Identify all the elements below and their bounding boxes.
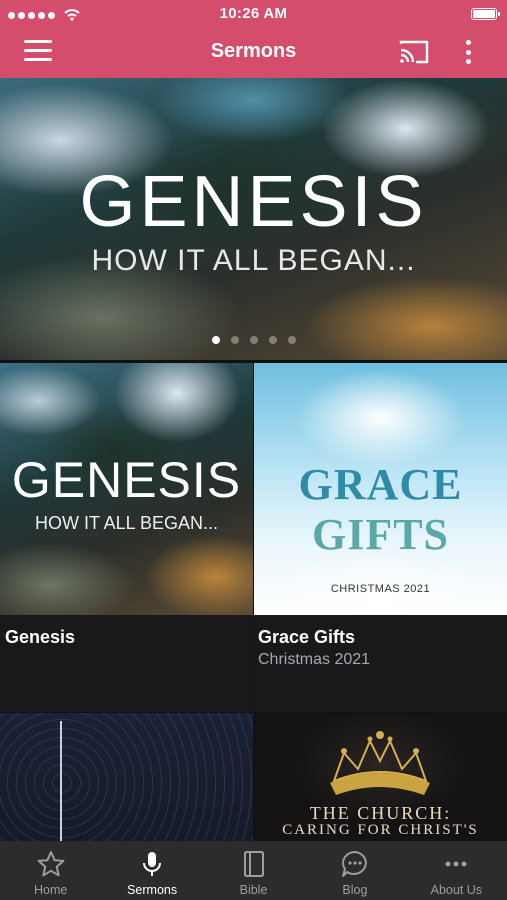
chat-bubble-icon	[341, 851, 367, 877]
cast-icon[interactable]	[398, 38, 430, 66]
hamburger-menu-icon[interactable]	[24, 40, 54, 64]
status-time: 10:26 AM	[219, 5, 288, 22]
carousel-dot-4[interactable]	[268, 336, 277, 344]
status-bar: 10:26 AM	[0, 0, 507, 26]
battery-icon	[471, 8, 500, 20]
carousel-dot-2[interactable]	[230, 336, 239, 344]
microphone-icon	[143, 852, 162, 876]
tab-label: Bible	[239, 883, 268, 897]
sermon-info: Grace Gifts Christmas 2021	[254, 615, 507, 712]
sermon-artwork: GRACE GIFTS CHRISTMAS 2021	[254, 363, 507, 615]
tab-about-us[interactable]: About Us	[406, 841, 507, 900]
app-header: Sermons	[0, 26, 507, 78]
ellipsis-icon	[445, 861, 467, 867]
tab-home[interactable]: Home	[0, 841, 101, 900]
artwork-subtitle: HOW IT ALL BEGAN...	[34, 513, 219, 533]
tab-label: Blog	[342, 883, 368, 897]
book-icon	[243, 851, 264, 877]
sermon-info: Genesis	[0, 615, 253, 712]
artwork-title: GENESIS	[11, 452, 242, 508]
hero-subtitle: HOW IT ALL BEGAN...	[91, 244, 416, 277]
carousel-dot-1[interactable]	[211, 336, 220, 344]
crown-icon	[330, 731, 430, 795]
tab-label: Home	[34, 883, 68, 897]
artwork-title: GRACE	[298, 460, 463, 509]
sermon-title: Grace Gifts	[258, 627, 356, 647]
tab-blog[interactable]: Blog	[304, 841, 405, 900]
page-title: Sermons	[210, 40, 297, 62]
tab-sermons[interactable]: Sermons	[101, 841, 202, 900]
artwork-title-2: GIFTS	[311, 510, 450, 559]
sermon-artwork: GENESIS HOW IT ALL BEGAN...	[0, 363, 253, 615]
artwork-decoration	[60, 721, 62, 843]
tab-label: About Us	[430, 883, 483, 897]
carousel-page-indicator	[0, 336, 507, 344]
artwork-subtitle: CHRISTMAS 2021	[330, 583, 431, 595]
sermon-artwork	[0, 713, 253, 843]
sermon-subtitle: Christmas 2021	[258, 651, 371, 668]
star-icon	[37, 851, 65, 877]
sermon-title: Genesis	[5, 627, 76, 647]
tab-label: Sermons	[127, 883, 178, 897]
carousel-dot-3[interactable]	[249, 336, 258, 344]
tab-bible[interactable]: Bible	[203, 841, 304, 900]
hero-title: GENESIS	[79, 162, 428, 242]
artwork-title: THE CHURCH:	[309, 803, 452, 823]
carousel-dot-5[interactable]	[287, 336, 296, 344]
artwork-subtitle: CARING FOR CHRIST'S	[282, 822, 479, 838]
more-vertical-icon[interactable]	[456, 38, 480, 66]
sermon-artwork: THE CHURCH: CARING FOR CHRIST'S	[254, 713, 507, 843]
featured-sermon-carousel[interactable]: GENESIS HOW IT ALL BEGAN...	[0, 78, 507, 360]
bottom-tab-bar: Home Sermons Bible Blog About Us	[0, 841, 507, 900]
